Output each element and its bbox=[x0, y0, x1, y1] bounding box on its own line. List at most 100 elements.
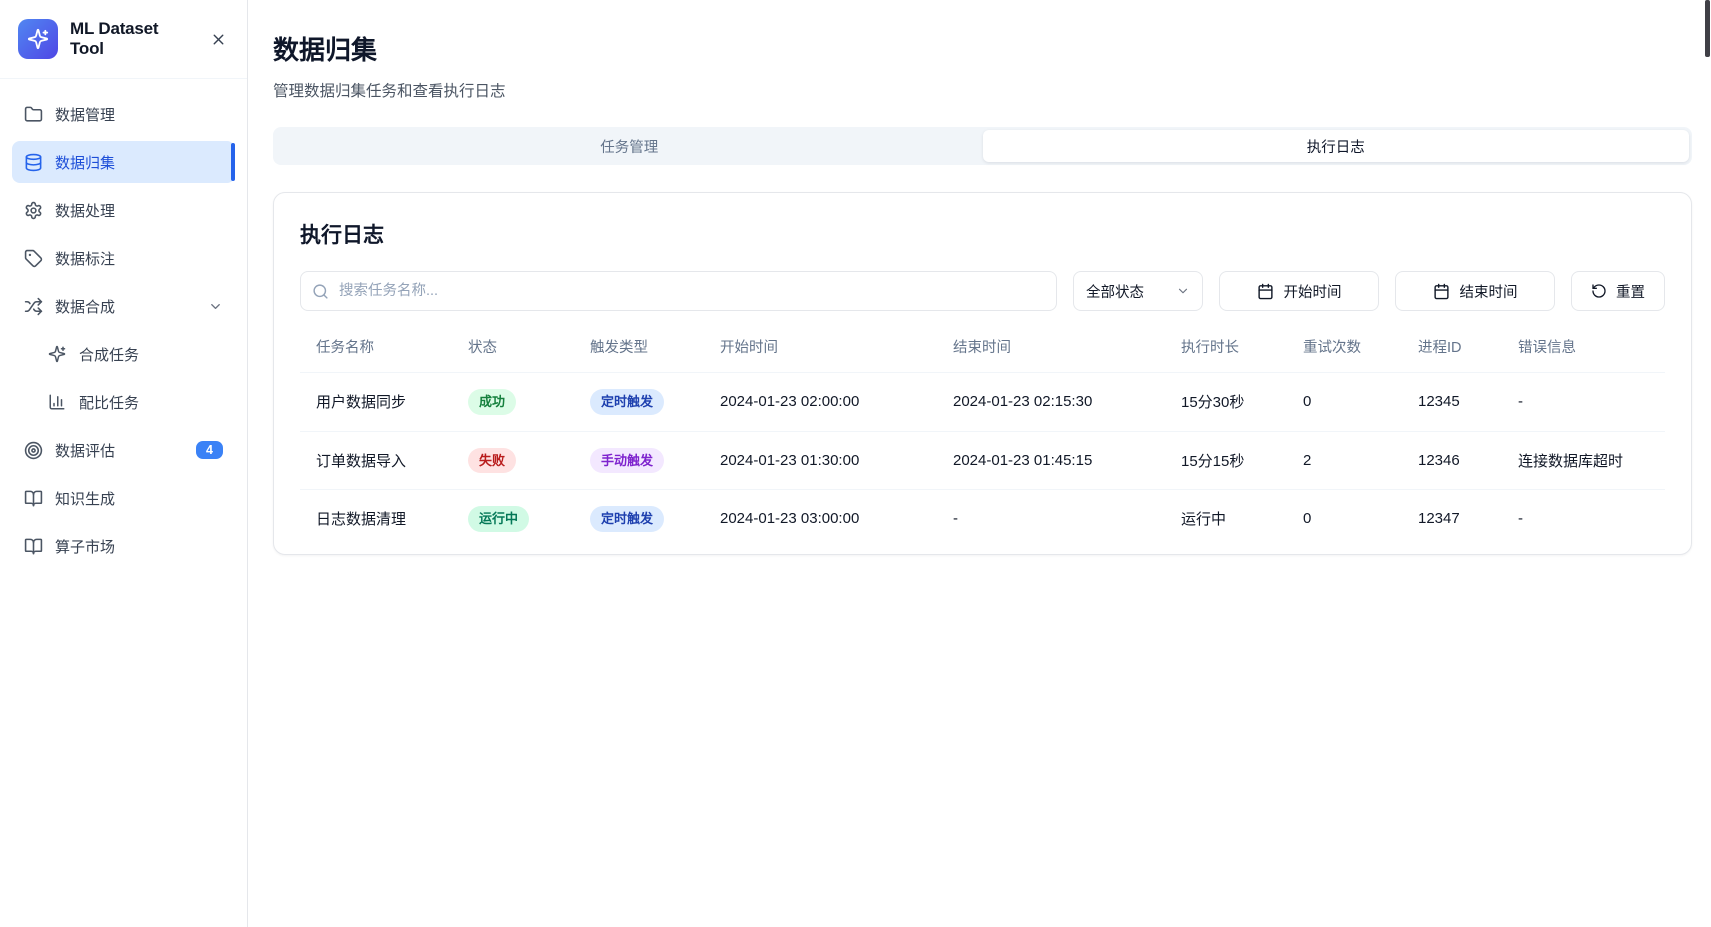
cell-pid: 12346 bbox=[1402, 431, 1502, 490]
sidebar-item-label: 数据管理 bbox=[55, 104, 115, 125]
sidebar-item-data-collection[interactable]: 数据归集 bbox=[12, 141, 235, 183]
sidebar-item-label: 算子市场 bbox=[55, 536, 115, 557]
trigger-badge: 手动触发 bbox=[590, 448, 664, 474]
main-content: 数据归集 管理数据归集任务和查看执行日志 任务管理 执行日志 执行日志 全部状态 bbox=[248, 0, 1711, 927]
cell-duration: 15分15秒 bbox=[1165, 431, 1287, 490]
sidebar-item-label: 数据处理 bbox=[55, 200, 115, 221]
database-icon bbox=[24, 153, 43, 172]
cell-retries: 2 bbox=[1287, 431, 1402, 490]
sidebar-item-label: 知识生成 bbox=[55, 488, 115, 509]
column-header-duration: 执行时长 bbox=[1165, 323, 1287, 373]
book-open-icon bbox=[24, 537, 43, 556]
rotate-ccw-icon bbox=[1591, 283, 1607, 299]
cell-pid: 12347 bbox=[1402, 490, 1502, 548]
sidebar-item-data-evaluation[interactable]: 数据评估 4 bbox=[12, 429, 235, 471]
sidebar-header: ML Dataset Tool bbox=[0, 0, 247, 79]
search-input[interactable] bbox=[300, 271, 1057, 311]
search-wrap bbox=[300, 271, 1057, 311]
sidebar-item-data-labeling[interactable]: 数据标注 bbox=[12, 237, 235, 279]
column-header-pid: 进程ID bbox=[1402, 323, 1502, 373]
cell-end-time: - bbox=[937, 490, 1165, 548]
shuffle-icon bbox=[24, 297, 43, 316]
sidebar-item-operator-market[interactable]: 算子市场 bbox=[12, 525, 235, 567]
column-header-retries: 重试次数 bbox=[1287, 323, 1402, 373]
table-row: 日志数据清理 运行中 定时触发 2024-01-23 03:00:00 - 运行… bbox=[300, 490, 1665, 548]
calendar-icon bbox=[1257, 283, 1274, 300]
table-row: 用户数据同步 成功 定时触发 2024-01-23 02:00:00 2024-… bbox=[300, 373, 1665, 432]
cell-error: - bbox=[1502, 373, 1665, 432]
execution-log-card: 执行日志 全部状态 开始时间 bbox=[273, 192, 1692, 555]
sparkles-icon bbox=[48, 345, 67, 364]
search-icon bbox=[312, 283, 329, 300]
cell-error: - bbox=[1502, 490, 1665, 548]
gear-icon bbox=[24, 201, 43, 220]
sidebar-item-synthesis-tasks[interactable]: 合成任务 bbox=[12, 333, 235, 375]
start-date-label: 开始时间 bbox=[1284, 281, 1342, 302]
cell-task-name: 订单数据导入 bbox=[300, 431, 452, 490]
sidebar-item-data-synthesis[interactable]: 数据合成 bbox=[12, 285, 235, 327]
tab-execution-logs[interactable]: 执行日志 bbox=[983, 130, 1690, 162]
target-icon bbox=[24, 441, 43, 460]
cell-start-time: 2024-01-23 02:00:00 bbox=[704, 373, 937, 432]
app-logo bbox=[18, 19, 58, 59]
trigger-badge: 定时触发 bbox=[590, 506, 664, 532]
status-badge: 运行中 bbox=[468, 506, 529, 532]
sidebar-item-knowledge-generation[interactable]: 知识生成 bbox=[12, 477, 235, 519]
eval-count-badge: 4 bbox=[196, 441, 223, 460]
cell-duration: 15分30秒 bbox=[1165, 373, 1287, 432]
sidebar: ML Dataset Tool 数据管理 数据归集 数据处理 bbox=[0, 0, 248, 927]
sparkles-logo-icon bbox=[27, 28, 49, 50]
status-filter-value: 全部状态 bbox=[1086, 281, 1144, 302]
start-date-button[interactable]: 开始时间 bbox=[1219, 271, 1379, 311]
bar-chart-icon bbox=[48, 393, 67, 412]
cell-retries: 0 bbox=[1287, 490, 1402, 548]
page-subtitle: 管理数据归集任务和查看执行日志 bbox=[273, 79, 1692, 101]
tag-icon bbox=[24, 249, 43, 268]
cell-task-name: 用户数据同步 bbox=[300, 373, 452, 432]
tab-bar: 任务管理 执行日志 bbox=[273, 127, 1692, 165]
status-badge: 失败 bbox=[468, 448, 516, 474]
column-header-trigger-type: 触发类型 bbox=[574, 323, 704, 373]
tab-task-management[interactable]: 任务管理 bbox=[276, 130, 983, 162]
cell-end-time: 2024-01-23 01:45:15 bbox=[937, 431, 1165, 490]
sidebar-item-label: 合成任务 bbox=[79, 344, 139, 365]
column-header-end-time: 结束时间 bbox=[937, 323, 1165, 373]
cell-duration: 运行中 bbox=[1165, 490, 1287, 548]
scrollbar-thumb[interactable] bbox=[1705, 0, 1710, 57]
reset-button[interactable]: 重置 bbox=[1571, 271, 1665, 311]
status-badge: 成功 bbox=[468, 389, 516, 415]
status-filter-select[interactable]: 全部状态 bbox=[1073, 271, 1203, 311]
close-icon[interactable] bbox=[207, 28, 229, 50]
sidebar-item-label: 数据归集 bbox=[55, 152, 115, 173]
sidebar-item-label: 数据标注 bbox=[55, 248, 115, 269]
column-header-task-name: 任务名称 bbox=[300, 323, 452, 373]
calendar-icon bbox=[1433, 283, 1450, 300]
end-date-button[interactable]: 结束时间 bbox=[1395, 271, 1555, 311]
table-header-row: 任务名称 状态 触发类型 开始时间 结束时间 执行时长 重试次数 进程ID 错误… bbox=[300, 323, 1665, 373]
table-row: 订单数据导入 失败 手动触发 2024-01-23 01:30:00 2024-… bbox=[300, 431, 1665, 490]
sidebar-nav: 数据管理 数据归集 数据处理 数据标注 数据合成 bbox=[0, 79, 247, 581]
sidebar-item-ratio-tasks[interactable]: 配比任务 bbox=[12, 381, 235, 423]
end-date-label: 结束时间 bbox=[1460, 281, 1518, 302]
card-title: 执行日志 bbox=[300, 219, 1665, 249]
cell-start-time: 2024-01-23 01:30:00 bbox=[704, 431, 937, 490]
reset-label: 重置 bbox=[1616, 281, 1645, 302]
sidebar-item-label: 配比任务 bbox=[79, 392, 139, 413]
filter-row: 全部状态 开始时间 结束时间 bbox=[300, 271, 1665, 311]
cell-end-time: 2024-01-23 02:15:30 bbox=[937, 373, 1165, 432]
sidebar-item-data-management[interactable]: 数据管理 bbox=[12, 93, 235, 135]
column-header-error: 错误信息 bbox=[1502, 323, 1665, 373]
column-header-start-time: 开始时间 bbox=[704, 323, 937, 373]
folder-icon bbox=[24, 105, 43, 124]
chevron-down-icon bbox=[1176, 284, 1190, 298]
column-header-status: 状态 bbox=[452, 323, 574, 373]
cell-retries: 0 bbox=[1287, 373, 1402, 432]
sidebar-item-label: 数据合成 bbox=[55, 296, 115, 317]
sidebar-item-data-processing[interactable]: 数据处理 bbox=[12, 189, 235, 231]
cell-start-time: 2024-01-23 03:00:00 bbox=[704, 490, 937, 548]
book-open-icon bbox=[24, 489, 43, 508]
page-title: 数据归集 bbox=[273, 30, 1692, 67]
cell-pid: 12345 bbox=[1402, 373, 1502, 432]
sidebar-item-label: 数据评估 bbox=[55, 440, 115, 461]
trigger-badge: 定时触发 bbox=[590, 389, 664, 415]
